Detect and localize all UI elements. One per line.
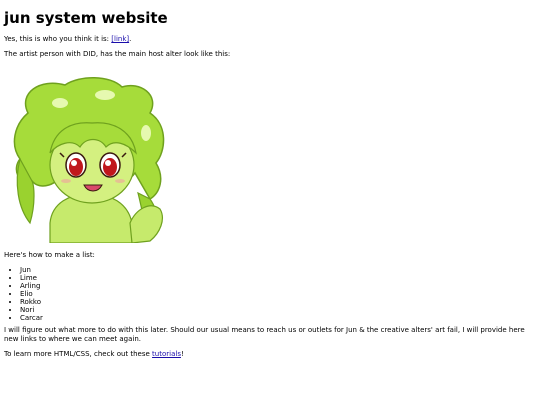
list-item: Lime: [20, 274, 536, 282]
tutorials-paragraph: To learn more HTML/CSS, check out these …: [4, 350, 536, 359]
tutorials-end: !: [180, 350, 184, 358]
intro-link[interactable]: [link]: [111, 35, 129, 43]
page-content: jun system website Yes, this is who you …: [4, 0, 536, 359]
intro-end: .: [129, 35, 132, 43]
list-item: Carcar: [20, 314, 536, 322]
list-item: Arling: [20, 282, 536, 290]
later-paragraph: I will figure out what more to do with t…: [4, 326, 525, 343]
artist-paragraph: The artist person with DID, has the main…: [4, 50, 231, 58]
host-alter-image: [10, 73, 170, 244]
list-item: Rokko: [20, 298, 536, 306]
list-item: Nori: [20, 306, 536, 314]
page-title: jun system website: [4, 9, 168, 27]
alter-list: Jun Lime Arling Elio Rokko Nori Carcar: [4, 266, 536, 322]
list-item: Elio: [20, 290, 536, 298]
green-character-illustration: [13, 77, 165, 244]
intro-text: Yes, this is who you think it is:: [4, 35, 112, 43]
tutorials-link[interactable]: tutorials: [152, 350, 181, 358]
tutorials-text: To learn more HTML/CSS, check out these: [4, 350, 153, 358]
list-intro: Here's how to make a list:: [4, 251, 95, 259]
intro-paragraph: Yes, this is who you think it is: [link]…: [4, 35, 536, 44]
list-item: Jun: [20, 266, 536, 274]
